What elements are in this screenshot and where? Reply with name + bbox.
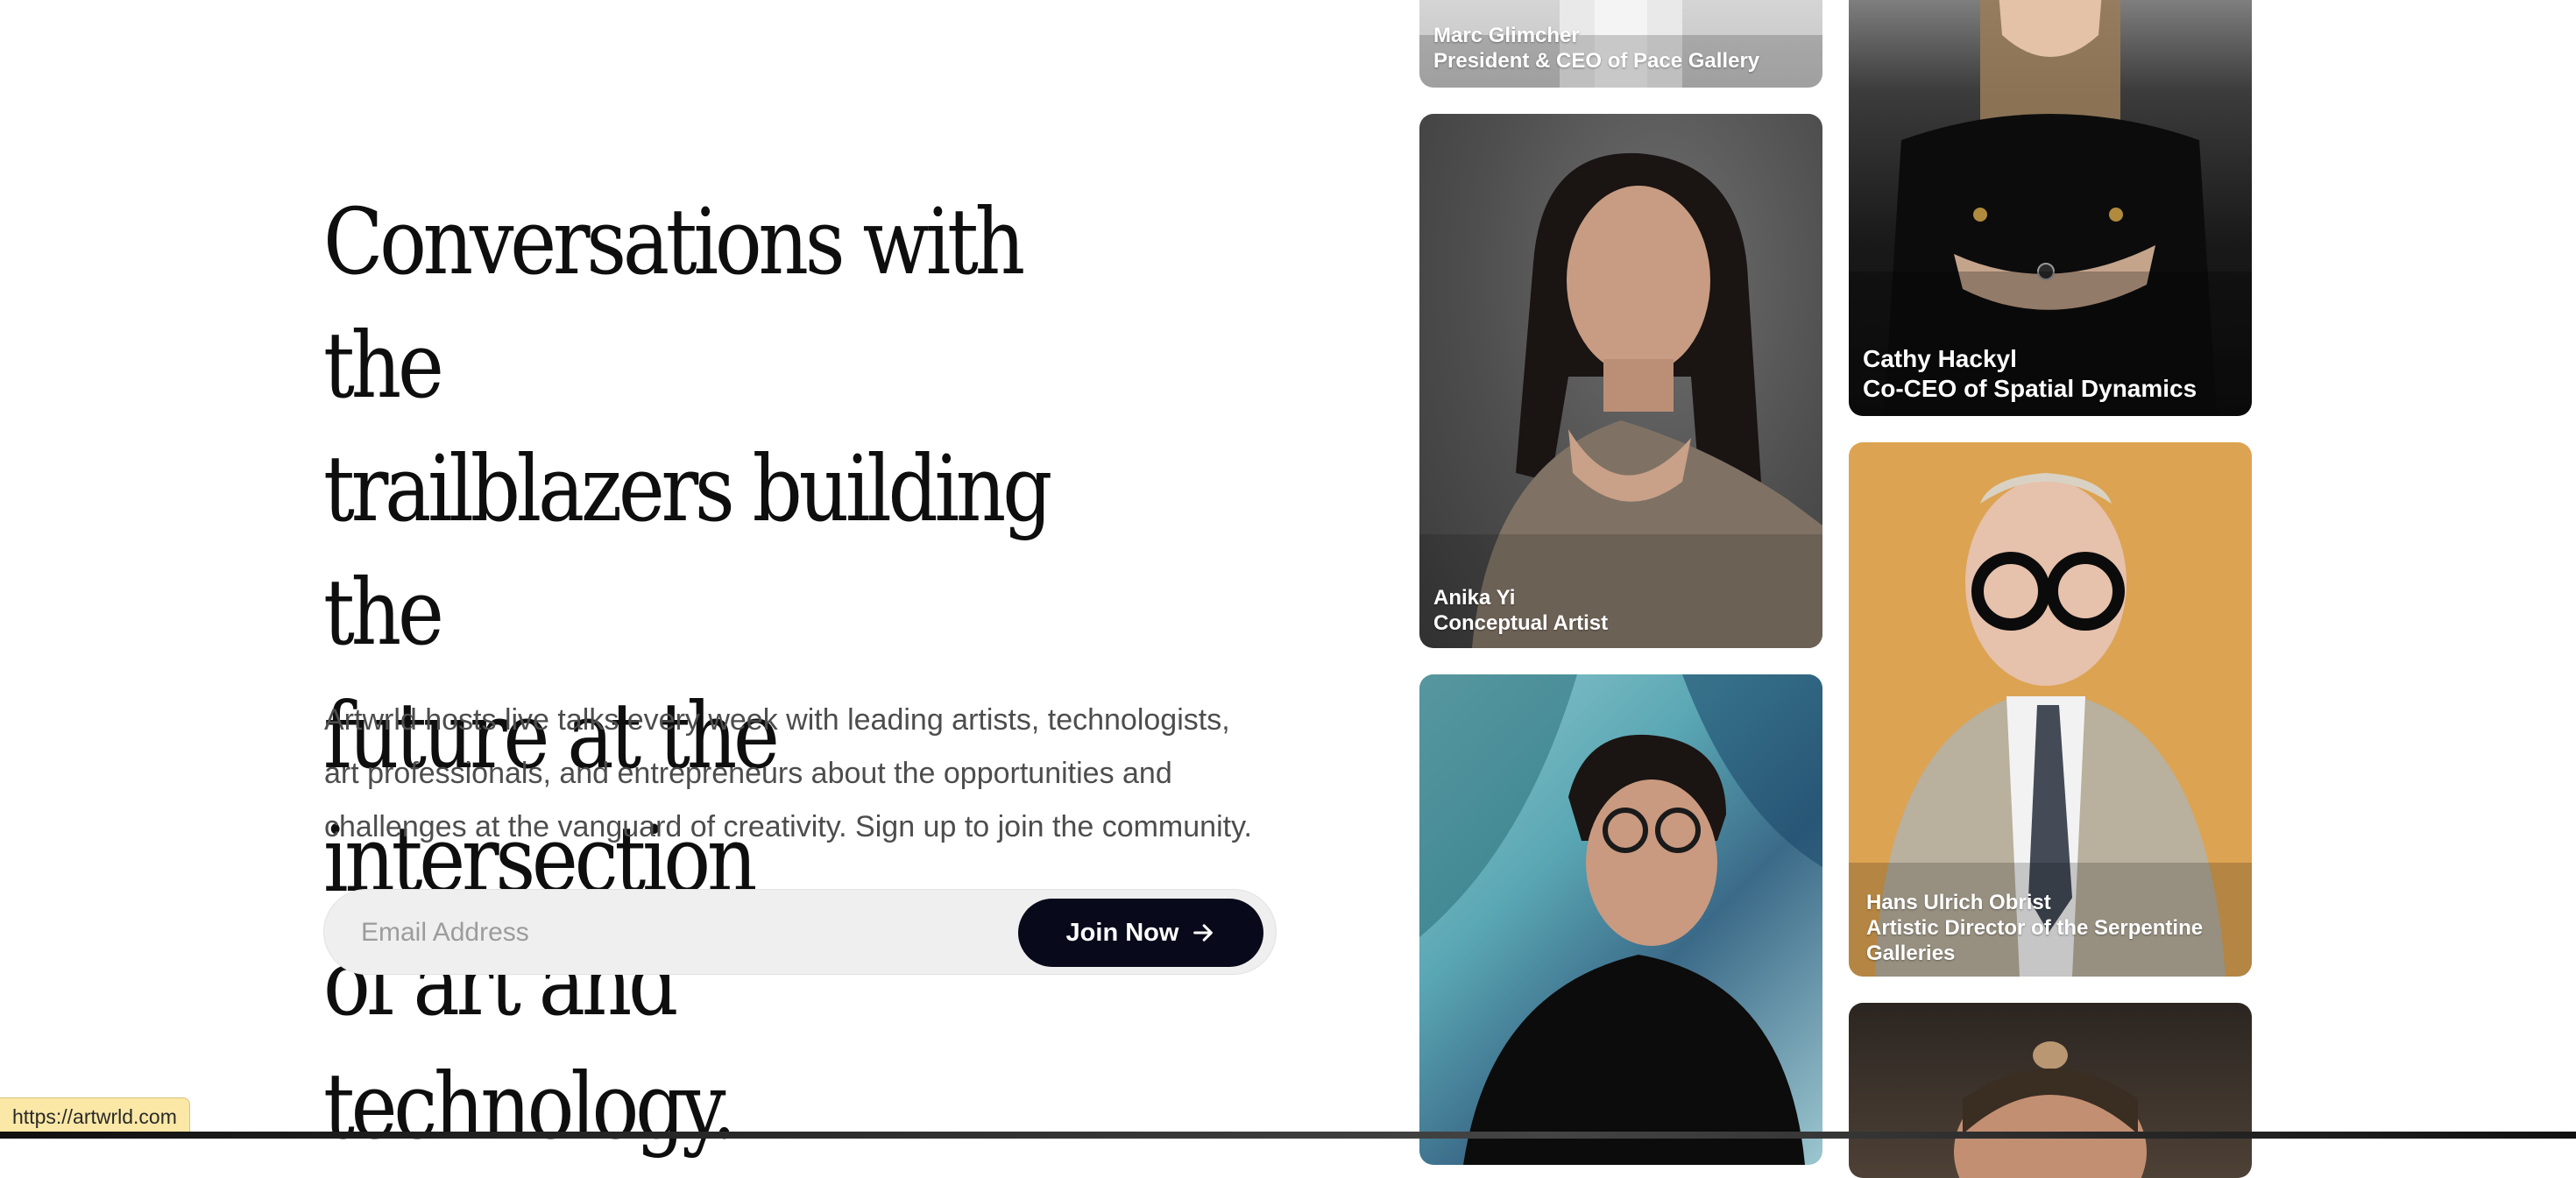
speaker-photo bbox=[1954, 1041, 2147, 1178]
speaker-name: Anika Yi bbox=[1433, 586, 1516, 610]
speaker-name: Cathy Hackyl bbox=[1863, 345, 2017, 372]
speaker-card[interactable] bbox=[1849, 1003, 2252, 1178]
speaker-photo bbox=[1419, 674, 1822, 1165]
speaker-caption: Marc Glimcher President & CEO of Pace Ga… bbox=[1433, 23, 1808, 74]
speaker-caption: Cathy Hackyl Co-CEO of Spatial Dynamics bbox=[1863, 344, 2238, 404]
speaker-caption: Anika Yi Conceptual Artist bbox=[1433, 585, 1808, 636]
speaker-card[interactable]: Marc Glimcher President & CEO of Pace Ga… bbox=[1419, 0, 1822, 88]
arrow-right-icon bbox=[1193, 924, 1214, 942]
speaker-photo bbox=[1419, 152, 1822, 648]
speaker-card[interactable]: Cathy Hackyl Co-CEO of Spatial Dynamics bbox=[1849, 0, 2252, 416]
speaker-name: Hans Ulrich Obrist bbox=[1866, 891, 2051, 914]
speaker-card[interactable] bbox=[1419, 674, 1822, 1165]
hero-heading-line: Conversations with the bbox=[323, 188, 1025, 419]
hero-description-line: Artwrld hosts live talks every week with… bbox=[324, 703, 1230, 737]
page-bottom-edge bbox=[0, 1132, 2576, 1139]
speaker-card[interactable]: Hans Ulrich Obrist Artistic Director of … bbox=[1849, 442, 2252, 977]
hero-description-line: art professionals, and entrepreneurs abo… bbox=[324, 757, 1172, 790]
speaker-role: President & CEO of Pace Gallery bbox=[1433, 49, 1760, 73]
signup-form: Join Now bbox=[323, 889, 1277, 976]
link-url-status: https://artwrld.com bbox=[0, 1097, 190, 1136]
join-now-button[interactable]: Join Now bbox=[1018, 899, 1263, 967]
speaker-card[interactable]: Anika Yi Conceptual Artist bbox=[1419, 114, 1822, 648]
hero-heading-line: trailblazers building the bbox=[323, 435, 1052, 666]
speaker-role: Conceptual Artist bbox=[1433, 611, 1609, 635]
email-field[interactable] bbox=[359, 890, 976, 976]
hero-description-line: challenges at the vanguard of creativity… bbox=[324, 810, 1252, 843]
speaker-role: Artistic Director of the Serpentine Gall… bbox=[1866, 916, 2204, 965]
speaker-caption: Hans Ulrich Obrist Artistic Director of … bbox=[1866, 890, 2238, 966]
speaker-name: Marc Glimcher bbox=[1433, 24, 1580, 47]
speaker-role: Co-CEO of Spatial Dynamics bbox=[1863, 375, 2197, 402]
join-now-label: Join Now bbox=[1065, 918, 1179, 947]
hero-heading: Conversations with the trailblazers buil… bbox=[323, 180, 1062, 1168]
hero-description: Artwrld hosts live talks every week with… bbox=[324, 694, 1288, 854]
